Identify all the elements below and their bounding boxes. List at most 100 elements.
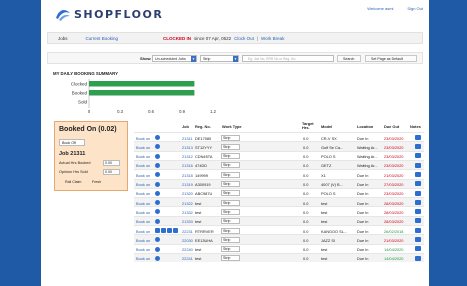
book-on-link[interactable]: Book on <box>136 201 150 206</box>
book-off-button[interactable]: Book Off <box>59 139 85 146</box>
info-icon[interactable] <box>155 181 160 187</box>
col-model[interactable]: Model <box>321 124 332 129</box>
job-number-link[interactable]: 21311 <box>182 136 193 141</box>
file-icon[interactable] <box>173 227 178 233</box>
job-number-link[interactable]: 22231 <box>182 229 193 234</box>
info-icon[interactable] <box>155 153 160 159</box>
info-icon[interactable] <box>155 218 160 224</box>
model: test <box>321 219 328 225</box>
notes-icon[interactable] <box>415 134 421 140</box>
welcome-user-link[interactable]: Welcome asmi <box>367 6 393 11</box>
table-row: Book on 21319 A300919 Strip 0.0 4007 (V) B...… <box>134 178 424 188</box>
due-out-date: 28/03/2020 <box>384 209 404 215</box>
table-row: Book on 22030 EE13UHA Strip 0.0 JAZZ SI Due In… <box>134 234 424 244</box>
notes-icon[interactable] <box>415 153 421 159</box>
notes-icon[interactable] <box>415 144 421 150</box>
info-icon[interactable] <box>155 209 160 215</box>
book-on-link[interactable]: Book on <box>136 173 150 178</box>
notes-icon[interactable] <box>415 218 421 224</box>
notes-icon[interactable] <box>415 181 421 187</box>
book-on-link[interactable]: Book on <box>136 256 150 261</box>
status-filter-select[interactable]: Strip ▼ <box>200 55 239 62</box>
book-on-link[interactable]: Book on <box>136 191 150 196</box>
work-type-select[interactable]: Strip <box>221 218 240 225</box>
search-button[interactable]: Search <box>337 55 361 62</box>
book-on-link[interactable]: Book on <box>136 182 150 187</box>
job-number-link[interactable]: 21333 <box>182 219 193 224</box>
notes-icon[interactable] <box>415 209 421 215</box>
job-number-link[interactable]: 21318 <box>182 173 193 178</box>
job-number-link[interactable]: 21319 <box>182 182 193 187</box>
info-icon[interactable] <box>155 237 160 243</box>
book-on-link[interactable]: Book on <box>136 247 150 252</box>
info-icon[interactable] <box>155 135 160 140</box>
work-type-select[interactable]: Strip <box>221 208 240 215</box>
job-number-link[interactable]: 22240 <box>182 247 193 252</box>
col-location[interactable]: Location <box>357 124 373 129</box>
search-input[interactable]: Eg: Job No, RRR No or Reg. No. <box>242 55 334 62</box>
book-on-link[interactable]: Book on <box>136 238 150 243</box>
jobs-filter-select[interactable]: Un-scheduled Jobs ▼ <box>152 55 197 62</box>
job-number-link[interactable]: 22241 <box>182 256 193 261</box>
notes-icon[interactable] <box>415 199 421 205</box>
info-icon[interactable] <box>155 172 160 178</box>
info-icon[interactable] <box>155 144 160 150</box>
book-on-link[interactable]: Book on <box>136 136 150 141</box>
work-type-select[interactable]: Strip <box>221 255 240 262</box>
notes-icon[interactable] <box>415 162 421 168</box>
col-work-type[interactable]: Work Type <box>222 124 242 129</box>
notes-icon[interactable] <box>415 255 421 261</box>
opinion-hrs-field[interactable]: 0.00 <box>103 169 120 175</box>
col-notes[interactable]: Notes <box>410 124 421 129</box>
book-on-link[interactable]: Book on <box>136 229 150 234</box>
work-type-select[interactable]: Strip <box>221 190 240 197</box>
job-number-link[interactable]: 21312 <box>182 154 193 159</box>
work-type-select[interactable]: Strip <box>221 181 240 187</box>
work-type-select[interactable]: Strip <box>221 246 240 253</box>
book-on-link[interactable]: Book on <box>136 154 150 159</box>
camera-icon[interactable] <box>167 227 172 233</box>
notes-icon[interactable] <box>415 190 421 196</box>
row-actions-icons[interactable] <box>155 227 178 233</box>
info-icon[interactable] <box>155 162 160 168</box>
work-type-select[interactable]: Strip <box>221 199 240 206</box>
book-on-link[interactable]: Book on <box>136 219 150 224</box>
col-target-hrs[interactable]: Target Hrs. <box>302 122 314 130</box>
nav-jobs-tab[interactable]: Jobs <box>58 36 68 41</box>
nav-current-booking-tab[interactable]: Current Booking <box>86 36 119 41</box>
book-on-link[interactable]: Book on <box>136 145 150 150</box>
job-number-link[interactable]: 21316 <box>182 163 193 168</box>
info-icon[interactable] <box>155 227 160 233</box>
work-type-select[interactable]: Strip <box>221 143 240 150</box>
work-type-select[interactable]: Strip <box>221 134 240 141</box>
notes-icon[interactable] <box>415 237 421 243</box>
job-number-link[interactable]: 21332 <box>182 210 193 215</box>
sign-out-link[interactable]: Sign Out <box>407 6 423 11</box>
job-number-link[interactable]: 21313 <box>182 145 193 150</box>
col-reg[interactable]: Reg. No. <box>195 124 211 129</box>
set-default-button[interactable]: Set Page as Default <box>365 55 417 62</box>
col-job[interactable]: Job <box>182 124 189 129</box>
notes-icon[interactable] <box>415 171 421 177</box>
job-number-link[interactable]: 21322 <box>182 201 193 206</box>
notes-icon[interactable] <box>415 246 421 252</box>
info-icon[interactable] <box>155 255 160 261</box>
work-break-link[interactable]: Work Break <box>261 36 284 41</box>
work-type-select[interactable]: Strip <box>221 162 240 169</box>
work-type-select[interactable]: Strip <box>221 236 240 243</box>
actual-hrs-field[interactable]: 0.00 <box>103 160 120 166</box>
col-due-out[interactable]: Due Out <box>384 124 399 129</box>
work-type-select[interactable]: Strip <box>221 153 240 160</box>
info-icon[interactable] <box>155 190 160 196</box>
book-on-link[interactable]: Book on <box>136 210 150 215</box>
info-icon[interactable] <box>155 200 160 206</box>
work-type-select[interactable]: Strip <box>221 171 240 178</box>
notes-icon[interactable] <box>415 227 421 233</box>
print-icon[interactable] <box>161 227 166 233</box>
job-number-link[interactable]: 22030 <box>182 238 193 243</box>
book-on-link[interactable]: Book on <box>136 163 150 168</box>
job-number-link[interactable]: 21320 <box>182 191 193 196</box>
info-icon[interactable] <box>155 246 160 252</box>
work-type-select[interactable]: Strip <box>221 227 240 234</box>
clock-out-link[interactable]: Clock Out <box>234 36 254 41</box>
